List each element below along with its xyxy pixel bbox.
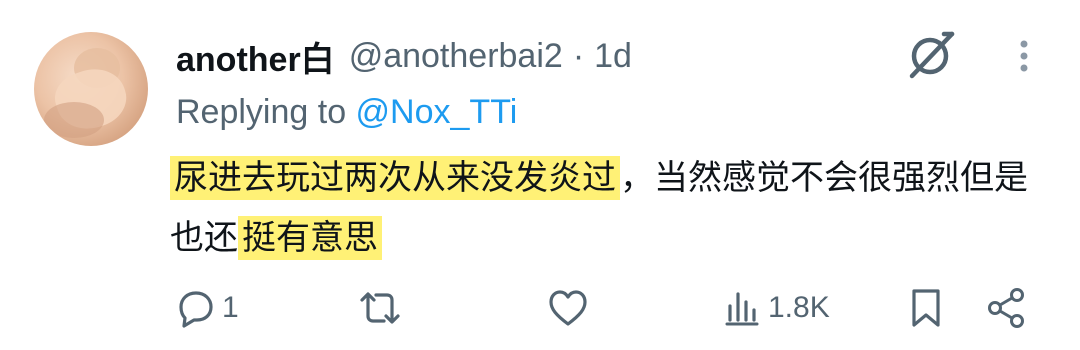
timestamp[interactable]: 1d: [594, 37, 632, 76]
bookmark-icon: [908, 287, 944, 329]
replying-to: Replying to @Nox_TTi: [176, 88, 517, 136]
retweet-icon: [356, 288, 404, 328]
replying-prefix: Replying to: [176, 93, 356, 131]
tweet-text: 尿进去玩过两次从来没发炎过 ，当然感觉不会很强烈但是也还 挺有意思: [170, 148, 1040, 268]
avatar-shape: [44, 102, 104, 138]
mention-link[interactable]: @Nox_TTi: [356, 93, 518, 131]
views-icon: [722, 288, 762, 328]
retweet-button[interactable]: [356, 282, 410, 334]
highlighted-text: 尿进去玩过两次从来没发炎过: [170, 156, 620, 200]
share-button[interactable]: [984, 282, 1028, 334]
views-count: 1.8K: [768, 291, 830, 324]
user-avatar[interactable]: [34, 32, 148, 146]
like-button[interactable]: [546, 282, 596, 334]
user-handle[interactable]: @anotherbai2: [349, 37, 563, 76]
more-dots-icon[interactable]: [1006, 36, 1042, 76]
display-name[interactable]: another白: [176, 32, 335, 81]
action-bar: 1 1.8K: [0, 282, 1080, 334]
tweet[interactable]: another白 @anotherbai2 · 1d Replying to @…: [0, 0, 1080, 350]
share-icon: [984, 286, 1028, 330]
views-button[interactable]: 1.8K: [722, 282, 830, 334]
highlighted-text: 挺有意思: [238, 216, 382, 260]
separator: ·: [572, 36, 585, 75]
reply-button[interactable]: 1: [176, 282, 239, 334]
tweet-header: another白 @anotherbai2 · 1d: [176, 30, 632, 82]
reply-icon: [176, 288, 216, 328]
reply-count: 1: [222, 291, 239, 324]
grok-icon[interactable]: [904, 26, 960, 82]
like-icon: [546, 288, 590, 328]
bookmark-button[interactable]: [908, 282, 944, 334]
